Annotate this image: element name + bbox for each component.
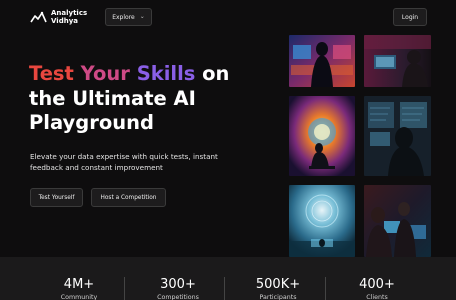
test-yourself-button[interactable]: Test Yourself	[30, 188, 83, 207]
stat-label: Community	[60, 294, 98, 300]
stat-competitions: 300+ Competitions	[139, 257, 217, 300]
stats-bar: 4M+ Community 300+ Competitions 500K+ Pa…	[0, 257, 456, 300]
hero-image-gamer-back	[289, 35, 355, 87]
hero-image-hooded-monitors	[364, 96, 431, 176]
title-word-test: Test	[29, 62, 74, 85]
stat-value: 300+	[160, 277, 196, 292]
stat-value: 500K+	[255, 277, 301, 292]
explore-label: Explore	[112, 13, 135, 21]
stat-divider	[325, 277, 326, 300]
hero-image-sci-fi-hall	[289, 185, 355, 257]
explore-dropdown[interactable]: Explore ⌄	[105, 8, 152, 26]
logo[interactable]: Analytics Vidhya	[30, 9, 87, 25]
stat-label: Clients	[366, 294, 388, 300]
stat-community: 4M+ Community	[44, 257, 114, 300]
hero-title: Test Your Skills on the Ultimate AI Play…	[29, 62, 279, 136]
logo-text: Analytics Vidhya	[51, 9, 87, 25]
title-line2: the Ultimate AI	[29, 86, 196, 110]
title-line3: Playground	[29, 111, 154, 134]
stat-clients: 400+ Clients	[342, 257, 412, 300]
stat-label: Participants	[259, 294, 297, 300]
stat-label: Competitions	[157, 294, 199, 300]
logo-line1: Analytics	[51, 9, 88, 17]
hero-image-person-fire	[289, 96, 355, 176]
stat-divider	[124, 277, 125, 300]
chevron-down-icon: ⌄	[139, 12, 145, 20]
hero-subtitle: Elevate your data expertise with quick t…	[30, 152, 218, 172]
title-word-your: Your	[80, 62, 130, 85]
title-word-on: on	[195, 62, 230, 85]
stat-participants: 500K+ Participants	[239, 257, 317, 300]
stat-value: 400+	[359, 277, 395, 292]
stat-value: 4M+	[63, 277, 95, 292]
title-word-skills: Skills	[136, 62, 196, 85]
hero-image-hacker-desk	[364, 35, 431, 87]
logo-line2: Vidhya	[51, 17, 78, 25]
logo-icon	[30, 11, 47, 23]
stat-divider	[224, 277, 225, 300]
login-button[interactable]: Login	[393, 8, 427, 26]
host-competition-button[interactable]: Host a Competition	[91, 188, 166, 207]
hero-image-team-screens	[364, 185, 431, 257]
